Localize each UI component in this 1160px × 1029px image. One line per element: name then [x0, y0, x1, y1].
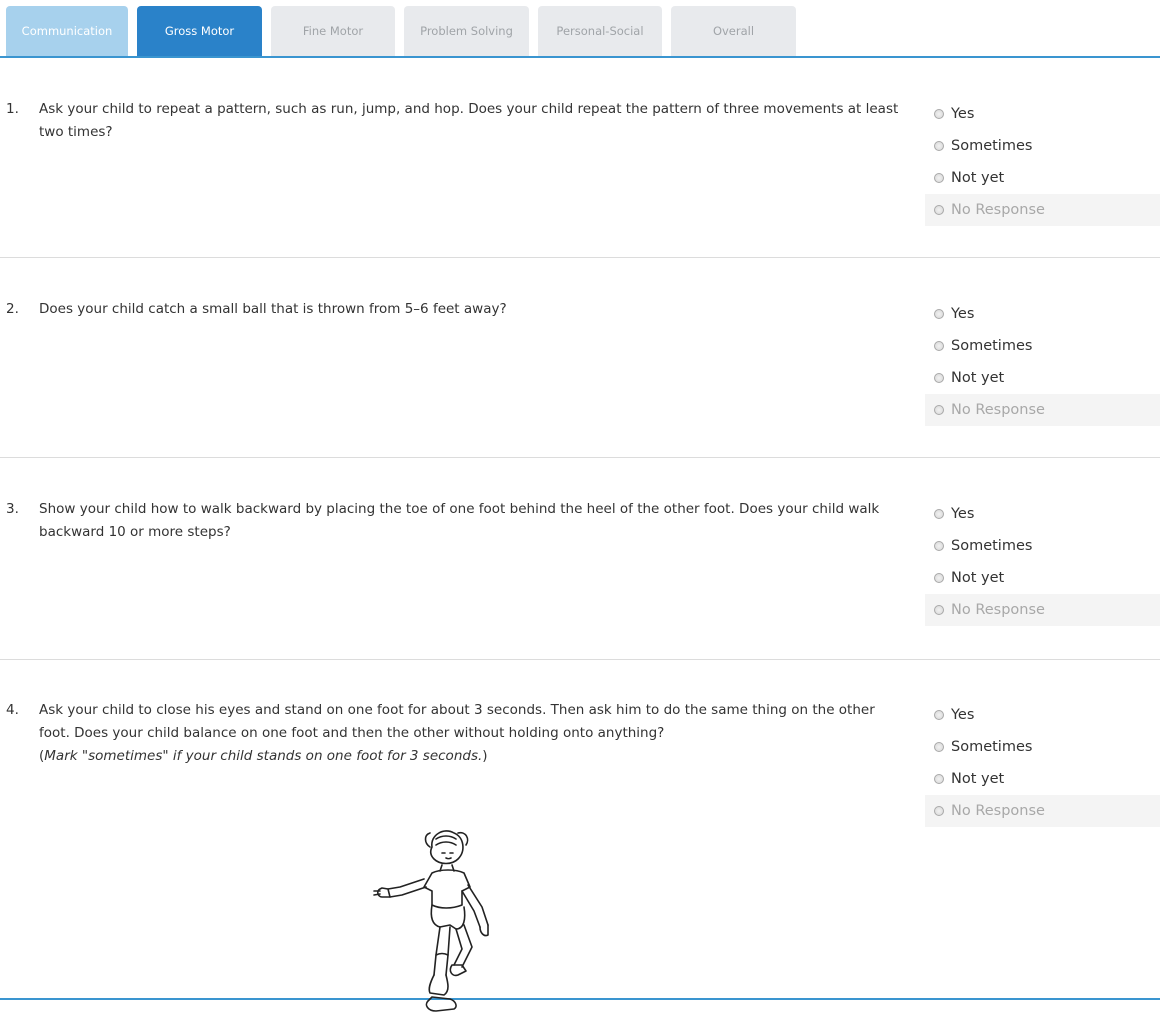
radio-button[interactable] [934, 509, 944, 519]
radio-button[interactable] [934, 541, 944, 551]
answer-options: Yes Sometimes Not yet No Response [925, 298, 1160, 426]
option-no-response[interactable]: No Response [925, 394, 1160, 426]
option-label: Sometimes [951, 538, 1033, 554]
question-text: Does your child catch a small ball that … [39, 301, 507, 317]
option-yes[interactable]: Yes [925, 98, 1160, 130]
radio-button[interactable] [934, 205, 944, 215]
option-yes[interactable]: Yes [925, 498, 1160, 530]
question-number: 1. [6, 101, 19, 117]
radio-button[interactable] [934, 173, 944, 183]
option-no-response[interactable]: No Response [925, 795, 1160, 827]
option-not-yet[interactable]: Not yet [925, 763, 1160, 795]
tab-fine-motor[interactable]: Fine Motor [271, 6, 395, 56]
tab-gross-motor[interactable]: Gross Motor [137, 6, 262, 56]
question-text: Ask your child to close his eyes and sta… [39, 699, 899, 768]
option-label: Yes [951, 506, 975, 522]
section-tab-bar: Communication Gross Motor Fine Motor Pro… [0, 0, 1160, 58]
radio-button[interactable] [934, 573, 944, 583]
question-text: Ask your child to repeat a pattern, such… [39, 101, 899, 140]
question-note: Mark "sometimes" if your child stands on… [44, 748, 483, 764]
option-label: Not yet [951, 370, 1005, 386]
tab-problem-solving[interactable]: Problem Solving [404, 6, 529, 56]
option-sometimes[interactable]: Sometimes [925, 130, 1160, 162]
option-label: No Response [951, 803, 1045, 819]
option-label: Not yet [951, 570, 1005, 586]
option-label: Yes [951, 707, 975, 723]
option-label: No Response [951, 202, 1045, 218]
tab-overall[interactable]: Overall [671, 6, 796, 56]
radio-button[interactable] [934, 109, 944, 119]
option-sometimes[interactable]: Sometimes [925, 731, 1160, 763]
radio-button[interactable] [934, 605, 944, 615]
option-sometimes[interactable]: Sometimes [925, 330, 1160, 362]
note-close: ) [482, 748, 488, 764]
question-number: 3. [6, 501, 19, 517]
option-label: Sometimes [951, 138, 1033, 154]
radio-button[interactable] [934, 405, 944, 415]
question-4: 4. Ask your child to close his eyes and … [0, 699, 1160, 1012]
option-label: No Response [951, 402, 1045, 418]
question-body: Ask your child to close his eyes and sta… [39, 702, 875, 741]
radio-button[interactable] [934, 742, 944, 752]
tab-personal-social[interactable]: Personal-Social [538, 6, 662, 56]
option-label: Not yet [951, 170, 1005, 186]
question-text: Show your child how to walk backward by … [39, 501, 880, 540]
tab-communication[interactable]: Communication [6, 6, 128, 56]
answer-options: Yes Sometimes Not yet No Response [925, 699, 1160, 827]
option-yes[interactable]: Yes [925, 699, 1160, 731]
radio-button[interactable] [934, 373, 944, 383]
option-label: Sometimes [951, 338, 1033, 354]
question-2: 2. Does your child catch a small ball th… [0, 298, 1160, 458]
option-label: Not yet [951, 771, 1005, 787]
child-balancing-illustration [370, 825, 530, 1025]
radio-button[interactable] [934, 710, 944, 720]
option-label: Sometimes [951, 739, 1033, 755]
option-yes[interactable]: Yes [925, 298, 1160, 330]
radio-button[interactable] [934, 774, 944, 784]
radio-button[interactable] [934, 309, 944, 319]
radio-button[interactable] [934, 806, 944, 816]
question-1: 1. Ask your child to repeat a pattern, s… [0, 98, 1160, 258]
option-label: No Response [951, 602, 1045, 618]
option-not-yet[interactable]: Not yet [925, 562, 1160, 594]
question-3: 3. Show your child how to walk backward … [0, 498, 1160, 660]
answer-options: Yes Sometimes Not yet No Response [925, 98, 1160, 226]
option-not-yet[interactable]: Not yet [925, 162, 1160, 194]
radio-button[interactable] [934, 141, 944, 151]
option-not-yet[interactable]: Not yet [925, 362, 1160, 394]
option-label: Yes [951, 106, 975, 122]
question-number: 4. [6, 702, 19, 718]
option-sometimes[interactable]: Sometimes [925, 530, 1160, 562]
option-no-response[interactable]: No Response [925, 194, 1160, 226]
radio-button[interactable] [934, 341, 944, 351]
question-number: 2. [6, 301, 19, 317]
option-no-response[interactable]: No Response [925, 594, 1160, 626]
answer-options: Yes Sometimes Not yet No Response [925, 498, 1160, 626]
option-label: Yes [951, 306, 975, 322]
